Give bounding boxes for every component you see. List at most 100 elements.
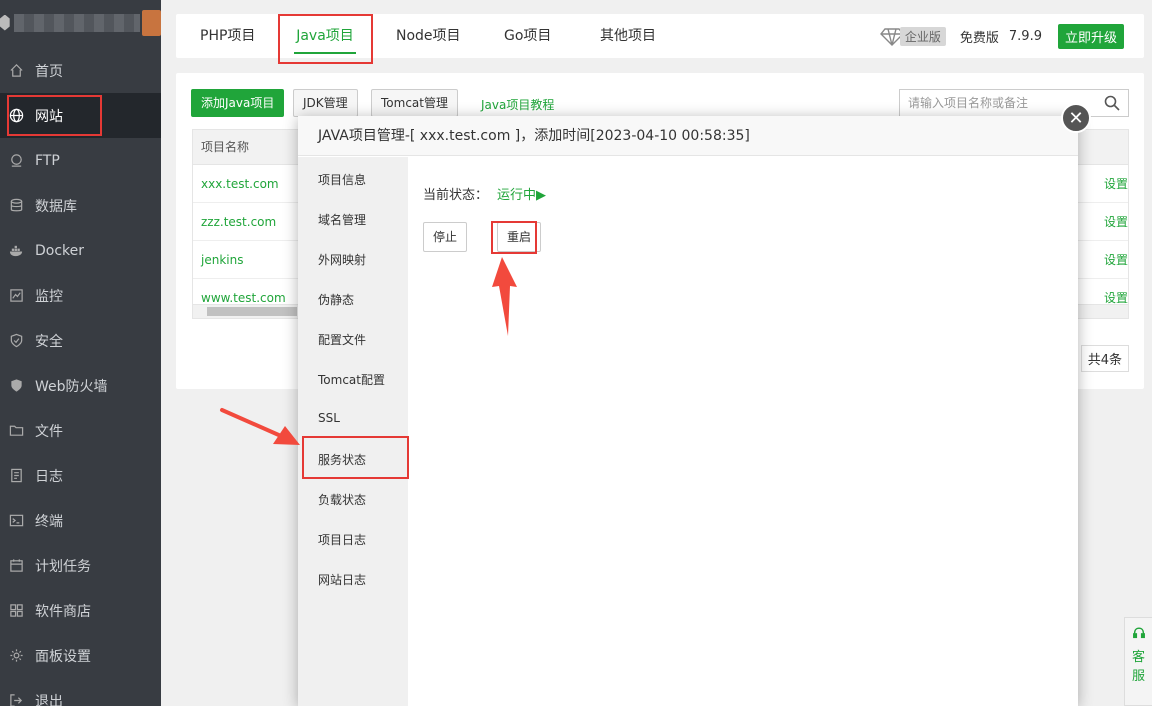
free-edition-label: 免费版 bbox=[959, 31, 999, 46]
edition-info: 企业版 免费版 7.9.9 立即升级 bbox=[879, 24, 1124, 49]
nav-config-file[interactable]: 配置文件 bbox=[318, 331, 366, 348]
sidebar-item-label: Web防火墙 bbox=[35, 378, 108, 395]
sidebar-item-cron[interactable]: 计划任务 bbox=[0, 543, 161, 588]
restart-button[interactable]: 重启 bbox=[497, 222, 542, 252]
nav-ssl[interactable]: SSL bbox=[318, 411, 340, 425]
sidebar: 首页 网站 FTP 数据库 Docker 监控 安全 Web防火墙 文件 日志 … bbox=[0, 0, 161, 706]
enterprise-badge[interactable]: 企业版 bbox=[899, 27, 946, 46]
nav-project-info[interactable]: 项目信息 bbox=[318, 171, 366, 188]
total-count: 共4条 bbox=[1080, 345, 1129, 372]
sidebar-item-monitor[interactable]: 监控 bbox=[0, 273, 161, 318]
settings-link[interactable]: 设置 bbox=[1104, 165, 1128, 203]
nav-project-log[interactable]: 项目日志 bbox=[318, 531, 366, 548]
project-name-link[interactable]: zzz.test.com bbox=[201, 215, 276, 229]
scrollbar-thumb[interactable] bbox=[207, 307, 297, 316]
nav-domain-manage[interactable]: 域名管理 bbox=[318, 211, 366, 228]
project-name-link[interactable]: xxx.test.com bbox=[201, 177, 279, 191]
sidebar-item-security[interactable]: 安全 bbox=[0, 318, 161, 363]
customer-service-widget[interactable]: 客 服 bbox=[1124, 617, 1152, 706]
sidebar-item-label: 监控 bbox=[35, 288, 63, 305]
sidebar-item-database[interactable]: 数据库 bbox=[0, 183, 161, 228]
firewall-icon bbox=[8, 378, 24, 394]
server-name-blurred bbox=[13, 13, 140, 32]
java-tutorial-link[interactable]: Java项目教程 bbox=[481, 96, 554, 113]
monitor-icon bbox=[8, 288, 24, 304]
tab-php[interactable]: PHP项目 bbox=[200, 14, 255, 58]
project-search-input[interactable]: 请输入项目名称或备注 bbox=[899, 89, 1129, 117]
settings-link[interactable]: 设置 bbox=[1104, 241, 1128, 279]
sidebar-item-label: Docker bbox=[35, 242, 85, 259]
modal-title: JAVA项目管理-[ xxx.test.com ]，添加时间[2023-04-1… bbox=[298, 116, 1078, 156]
tab-java-label: Java项目 bbox=[296, 28, 354, 44]
log-icon bbox=[8, 468, 24, 484]
nav-rewrite[interactable]: 伪静态 bbox=[318, 291, 354, 308]
annotation-arrow-service-status bbox=[220, 408, 300, 445]
add-java-project-button[interactable]: 添加Java项目 bbox=[191, 89, 285, 117]
status-label: 当前状态： bbox=[423, 188, 489, 203]
tomcat-manage-button[interactable]: Tomcat管理 bbox=[371, 89, 458, 117]
sidebar-item-label: 退出 bbox=[35, 693, 63, 706]
nav-service-status[interactable]: 服务状态 bbox=[318, 451, 366, 468]
stop-button[interactable]: 停止 bbox=[423, 222, 468, 252]
nav-load-status[interactable]: 负载状态 bbox=[318, 491, 366, 508]
database-icon bbox=[8, 198, 24, 214]
active-tab-underline bbox=[294, 52, 356, 54]
gear-icon bbox=[8, 648, 24, 664]
nav-site-log[interactable]: 网站日志 bbox=[318, 571, 366, 588]
search-icon[interactable] bbox=[1104, 95, 1120, 111]
sidebar-item-label: 文件 bbox=[35, 423, 63, 440]
folder-icon bbox=[8, 423, 24, 439]
sidebar-item-files[interactable]: 文件 bbox=[0, 408, 161, 453]
version-label: 7.9.9 bbox=[1008, 29, 1042, 44]
sidebar-item-label: 软件商店 bbox=[35, 603, 91, 620]
logo-badge bbox=[141, 9, 161, 36]
nav-port-mapping[interactable]: 外网映射 bbox=[318, 251, 366, 268]
sidebar-item-firewall[interactable]: Web防火墙 bbox=[0, 363, 161, 408]
tab-node[interactable]: Node项目 bbox=[396, 14, 461, 58]
calendar-icon bbox=[8, 558, 24, 574]
shield-icon bbox=[8, 333, 24, 349]
sidebar-item-terminal[interactable]: 终端 bbox=[0, 498, 161, 543]
docker-icon bbox=[8, 243, 24, 259]
upgrade-button[interactable]: 立即升级 bbox=[1057, 24, 1124, 49]
terminal-icon bbox=[8, 513, 24, 529]
sidebar-item-label: 数据库 bbox=[35, 198, 77, 215]
sidebar-item-label: 首页 bbox=[35, 63, 63, 80]
tab-other[interactable]: 其他项目 bbox=[600, 14, 656, 58]
close-icon[interactable]: ✕ bbox=[1061, 103, 1091, 133]
grid-icon bbox=[8, 603, 24, 619]
project-type-tabs: PHP项目 Java项目 Node项目 Go项目 其他项目 企业版 免费版 7.… bbox=[176, 14, 1144, 58]
tab-java[interactable]: Java项目 bbox=[277, 14, 373, 58]
sidebar-item-store[interactable]: 软件商店 bbox=[0, 588, 161, 633]
nav-tomcat-config[interactable]: Tomcat配置 bbox=[318, 371, 385, 388]
sidebar-item-label: 安全 bbox=[35, 333, 63, 350]
jdk-manage-button[interactable]: JDK管理 bbox=[293, 89, 358, 117]
sidebar-item-label: 计划任务 bbox=[35, 558, 91, 575]
sidebar-item-ftp[interactable]: FTP bbox=[0, 138, 161, 183]
project-name-link[interactable]: jenkins bbox=[201, 253, 243, 267]
support-label-2: 服 bbox=[1131, 669, 1145, 684]
sidebar-item-settings[interactable]: 面板设置 bbox=[0, 633, 161, 678]
annotation-arrow-restart bbox=[492, 257, 517, 336]
logo bbox=[0, 0, 161, 45]
modal-side-nav: 项目信息 域名管理 外网映射 伪静态 配置文件 Tomcat配置 SSL 服务状… bbox=[298, 157, 408, 706]
ftp-icon bbox=[8, 153, 24, 169]
tab-go[interactable]: Go项目 bbox=[504, 14, 551, 58]
project-name-link[interactable]: www.test.com bbox=[201, 291, 286, 305]
java-project-modal: JAVA项目管理-[ xxx.test.com ]，添加时间[2023-04-1… bbox=[298, 116, 1078, 706]
sidebar-item-label: 网站 bbox=[35, 108, 63, 125]
sidebar-item-label: 面板设置 bbox=[35, 648, 91, 665]
logout-icon bbox=[8, 693, 24, 706]
sidebar-item-docker[interactable]: Docker bbox=[0, 228, 161, 273]
sidebar-item-label: 日志 bbox=[35, 468, 63, 485]
search-placeholder: 请输入项目名称或备注 bbox=[908, 96, 1029, 110]
status-running: 运行中▶ bbox=[497, 188, 546, 203]
sidebar-item-label: 终端 bbox=[35, 513, 63, 530]
sidebar-item-home[interactable]: 首页 bbox=[0, 48, 161, 93]
sidebar-item-website[interactable]: 网站 bbox=[0, 93, 161, 138]
sidebar-item-logout[interactable]: 退出 bbox=[0, 678, 161, 706]
sidebar-item-logs[interactable]: 日志 bbox=[0, 453, 161, 498]
settings-link[interactable]: 设置 bbox=[1104, 203, 1128, 241]
headset-icon bbox=[1132, 626, 1146, 640]
support-label-1: 客 bbox=[1131, 650, 1145, 665]
